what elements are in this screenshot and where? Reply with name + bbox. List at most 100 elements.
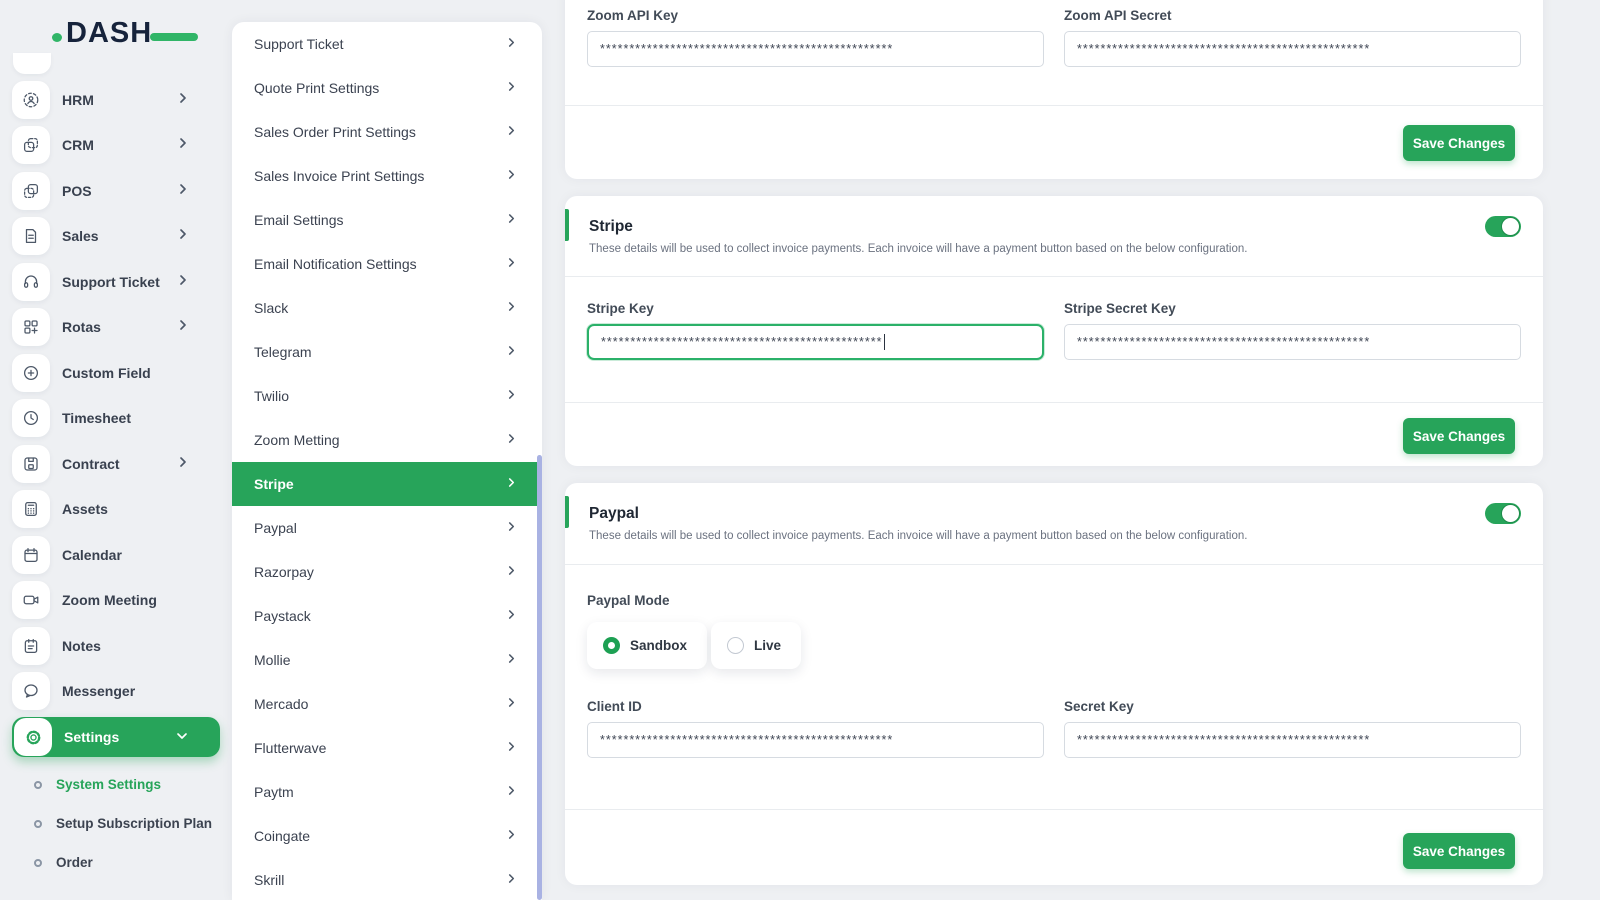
- chevron-right-icon: [178, 227, 188, 245]
- scrollbar-thumb[interactable]: [537, 455, 542, 900]
- sidebar-item-contract[interactable]: Contract: [12, 441, 220, 487]
- toggle-knob: [1501, 217, 1520, 236]
- app-sidebar: DASH HRM CRM POS Sales Support Ticket Ro…: [0, 0, 232, 900]
- settings-nav-mercado[interactable]: Mercado: [232, 682, 542, 726]
- stripe-title: Stripe: [589, 218, 633, 235]
- chevron-right-icon: [507, 739, 516, 757]
- chevron-right-icon: [178, 318, 188, 336]
- stripe-secret-key-input[interactable]: ****************************************…: [1064, 324, 1521, 360]
- crm-icon: [12, 126, 50, 165]
- save-changes-button[interactable]: Save Changes: [1403, 833, 1515, 869]
- chevron-right-icon: [507, 651, 516, 669]
- main-content: Zoom API Key ***************************…: [565, 0, 1543, 900]
- chevron-right-icon: [507, 255, 516, 273]
- settings-nav-support-ticket[interactable]: Support Ticket: [232, 22, 542, 66]
- chevron-right-icon: [178, 91, 188, 109]
- sidebar-item-messenger[interactable]: Messenger: [12, 669, 220, 715]
- stripe-enabled-toggle[interactable]: [1485, 216, 1521, 237]
- chevron-down-icon: [176, 728, 188, 746]
- sidebar-item-rotas[interactable]: Rotas: [12, 305, 220, 351]
- hrm-icon: [12, 80, 50, 119]
- settings-nav-quote-print-settings[interactable]: Quote Print Settings: [232, 66, 542, 110]
- sidebar-item-assets[interactable]: Assets: [12, 487, 220, 533]
- settings-nav-zoom-meeting[interactable]: Zoom Metting: [232, 418, 542, 462]
- sidebar-item-timesheet[interactable]: Timesheet: [12, 396, 220, 442]
- settings-nav-email-notification-settings[interactable]: Email Notification Settings: [232, 242, 542, 286]
- chevron-right-icon: [507, 387, 516, 405]
- bullet-icon: [34, 780, 42, 789]
- settings-nav-flutterwave[interactable]: Flutterwave: [232, 726, 542, 770]
- sidebar-item-calendar[interactable]: Calendar: [12, 532, 220, 578]
- gear-icon: [14, 718, 52, 756]
- zoom-settings-card: Zoom API Key ***************************…: [565, 0, 1543, 179]
- chevron-right-icon: [507, 695, 516, 713]
- settings-nav-sales-order-print-settings[interactable]: Sales Order Print Settings: [232, 110, 542, 154]
- zoom-api-secret-label: Zoom API Secret: [1064, 8, 1172, 23]
- brand-logo-text: DASH: [52, 17, 198, 50]
- submenu-item-setup-subscription-plan[interactable]: Setup Subscription Plan: [34, 804, 224, 843]
- sidebar-item-pos[interactable]: POS: [12, 168, 220, 214]
- client-id-label: Client ID: [587, 699, 642, 714]
- sidebar-item-support-ticket[interactable]: Support Ticket: [12, 259, 220, 305]
- radio-unchecked-icon[interactable]: [727, 637, 745, 654]
- logo-dot-icon: [52, 32, 62, 42]
- settings-nav-panel: Support Ticket Quote Print Settings Sale…: [232, 22, 542, 900]
- sidebar-item-crm[interactable]: CRM: [12, 123, 220, 169]
- stripe-secret-key-label: Stripe Secret Key: [1064, 301, 1176, 316]
- chevron-right-icon: [507, 431, 516, 449]
- logo-dash-icon: [150, 32, 198, 41]
- accent-bar: [565, 209, 569, 241]
- secret-key-label: Secret Key: [1064, 699, 1134, 714]
- paypal-mode-label: Paypal Mode: [587, 593, 670, 608]
- sidebar-item-hrm[interactable]: HRM: [12, 77, 220, 123]
- sidebar-item-sales[interactable]: Sales: [12, 214, 220, 260]
- video-camera-icon: [12, 581, 50, 620]
- chevron-right-icon: [507, 343, 516, 361]
- settings-nav-sales-invoice-print-settings[interactable]: Sales Invoice Print Settings: [232, 154, 542, 198]
- zoom-api-key-label: Zoom API Key: [587, 8, 679, 23]
- client-id-input[interactable]: ****************************************…: [587, 722, 1044, 758]
- paypal-enabled-toggle[interactable]: [1485, 503, 1521, 524]
- paypal-description: These details will be used to collect in…: [589, 530, 1248, 542]
- save-changes-button[interactable]: Save Changes: [1403, 418, 1515, 454]
- settings-nav-stripe[interactable]: Stripe: [232, 462, 542, 506]
- paypal-mode-live[interactable]: Live: [711, 622, 802, 669]
- brand-logo[interactable]: DASH: [52, 14, 198, 52]
- chevron-right-icon: [507, 167, 516, 185]
- stripe-key-input[interactable]: ****************************************…: [587, 324, 1044, 360]
- save-changes-button[interactable]: Save Changes: [1403, 125, 1515, 161]
- zoom-api-key-input[interactable]: ****************************************…: [587, 31, 1044, 67]
- sidebar-item-zoom-meeting[interactable]: Zoom Meeting: [12, 578, 220, 624]
- settings-nav-razorpay[interactable]: Razorpay: [232, 550, 542, 594]
- settings-nav-paytm[interactable]: Paytm: [232, 770, 542, 814]
- submenu-item-system-settings[interactable]: System Settings: [34, 765, 224, 804]
- settings-nav-paypal[interactable]: Paypal: [232, 506, 542, 550]
- sidebar-item-settings[interactable]: Settings: [12, 717, 220, 757]
- chevron-right-icon: [507, 563, 516, 581]
- settings-nav-telegram[interactable]: Telegram: [232, 330, 542, 374]
- secret-key-input[interactable]: ****************************************…: [1064, 722, 1521, 758]
- paypal-settings-card: Paypal These details will be used to col…: [565, 483, 1543, 885]
- radio-checked-icon[interactable]: [603, 637, 620, 654]
- calculator-icon: [12, 490, 50, 529]
- submenu-item-order[interactable]: Order: [34, 843, 224, 882]
- settings-nav-slack[interactable]: Slack: [232, 286, 542, 330]
- settings-nav-coingate[interactable]: Coingate: [232, 814, 542, 858]
- sidebar-item-custom-field[interactable]: Custom Field: [12, 350, 220, 396]
- clock-icon: [12, 399, 50, 438]
- settings-nav-twilio[interactable]: Twilio: [232, 374, 542, 418]
- chevron-right-icon: [507, 519, 516, 537]
- stripe-key-label: Stripe Key: [587, 301, 654, 316]
- paypal-mode-sandbox[interactable]: Sandbox: [587, 622, 708, 669]
- settings-nav-skrill[interactable]: Skrill: [232, 858, 542, 900]
- chevron-right-icon: [178, 273, 188, 291]
- settings-nav-email-settings[interactable]: Email Settings: [232, 198, 542, 242]
- chevron-right-icon: [507, 123, 516, 141]
- plus-circle-icon: [12, 353, 50, 392]
- settings-nav-paystack[interactable]: Paystack: [232, 594, 542, 638]
- chevron-right-icon: [178, 455, 188, 473]
- chevron-right-icon: [507, 299, 516, 317]
- sidebar-item-notes[interactable]: Notes: [12, 623, 220, 669]
- settings-nav-mollie[interactable]: Mollie: [232, 638, 542, 682]
- zoom-api-secret-input[interactable]: ****************************************…: [1064, 31, 1521, 67]
